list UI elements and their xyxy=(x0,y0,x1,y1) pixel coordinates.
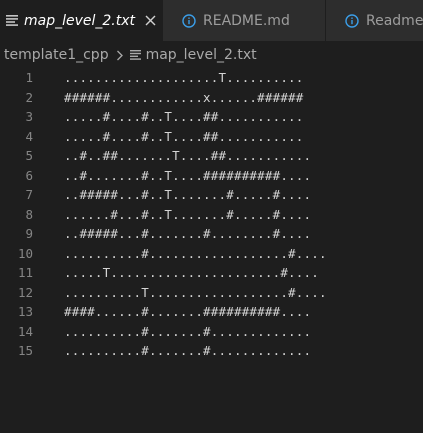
code-editor[interactable]: 1 ....................T.......... 2 ######… xyxy=(0,68,423,433)
close-icon[interactable] xyxy=(145,13,156,29)
line-number: 1 xyxy=(25,70,33,85)
line-text: ######............x......###### xyxy=(64,89,304,105)
line-text: ......#...#..T.......#.....#.... xyxy=(64,206,312,222)
info-icon xyxy=(344,13,360,29)
code-line: 5 ..#..##.......T....##........... xyxy=(0,146,423,166)
line-number: 4 xyxy=(25,128,33,144)
line-number: 10 xyxy=(17,245,33,261)
line-text: ..........T..................#.... xyxy=(64,284,327,300)
line-text: .....#....#..T....##........... xyxy=(64,109,304,124)
tab-label: map_level_2.txt xyxy=(24,12,136,29)
line-number: 5 xyxy=(25,148,33,163)
editor-window: map_level_2.txt README.md Readme templat… xyxy=(0,0,423,433)
line-text: ..#####...#..T.......#.....#.... xyxy=(64,187,312,202)
breadcrumb: template1_cpp map_level_2.txt xyxy=(0,41,423,69)
breadcrumb-folder[interactable]: template1_cpp xyxy=(4,47,109,63)
line-number: 8 xyxy=(25,206,33,222)
line-text: ..#####...#.......#........#.... xyxy=(64,226,312,241)
code-line: 8 ......#...#..T.......#.....#.... xyxy=(0,205,423,225)
breadcrumb-file[interactable]: map_level_2.txt xyxy=(146,47,257,63)
line-number: 14 xyxy=(17,323,33,339)
lines-icon xyxy=(129,50,141,60)
line-number: 6 xyxy=(25,167,33,183)
line-number: 13 xyxy=(17,304,33,319)
line-text: ..#..##.......T....##........... xyxy=(64,148,312,163)
line-number: 7 xyxy=(25,187,33,202)
code-line: 15 ..........#.......#............. xyxy=(0,341,423,361)
code-line: 1 ....................T.......... xyxy=(0,68,423,88)
code-line: 3 .....#....#..T....##........... xyxy=(0,107,423,127)
tab-bar: map_level_2.txt README.md Readme xyxy=(0,0,423,41)
line-text: .....T......................#.... xyxy=(64,265,319,280)
tab-readme[interactable]: Readme xyxy=(326,0,423,41)
tab-label: README.md xyxy=(203,12,290,29)
code-line: 4 .....#....#..T....##........... xyxy=(0,127,423,147)
code-line: 11 .....T......................#.... xyxy=(0,263,423,283)
line-number: 11 xyxy=(17,265,33,280)
line-text: ....................T.......... xyxy=(64,70,304,85)
code-line: 13 ####......#.......##########.... xyxy=(0,302,423,322)
line-text: ..........#.......#............. xyxy=(64,323,312,339)
line-text: ..........#..................#.... xyxy=(64,245,327,261)
code-line: 6 ..#.......#..T....##########.... xyxy=(0,166,423,186)
code-line: 10 ..........#..................#.... xyxy=(0,244,423,264)
line-number: 2 xyxy=(25,89,33,105)
chevron-right-icon xyxy=(116,50,124,61)
tab-readme-md[interactable]: README.md xyxy=(163,0,326,41)
line-number: 12 xyxy=(17,284,33,300)
line-text: .....#....#..T....##........... xyxy=(64,128,304,144)
line-text: ..#.......#..T....##########.... xyxy=(64,167,312,183)
tab-map-level-2[interactable]: map_level_2.txt xyxy=(0,0,163,41)
line-number: 9 xyxy=(25,226,33,241)
code-line: 7 ..#####...#..T.......#.....#.... xyxy=(0,185,423,205)
line-text: ####......#.......##########.... xyxy=(64,304,312,319)
tab-label: Readme xyxy=(366,12,423,29)
info-icon xyxy=(181,13,197,29)
code-line: 2 ######............x......###### xyxy=(0,88,423,108)
code-line: 14 ..........#.......#............. xyxy=(0,322,423,342)
code-line: 12 ..........T..................#.... xyxy=(0,283,423,303)
line-number: 15 xyxy=(17,343,33,358)
line-text: ..........#.......#............. xyxy=(64,343,312,358)
lines-icon xyxy=(6,13,18,29)
code-line: 9 ..#####...#.......#........#.... xyxy=(0,224,423,244)
line-number: 3 xyxy=(25,109,33,124)
